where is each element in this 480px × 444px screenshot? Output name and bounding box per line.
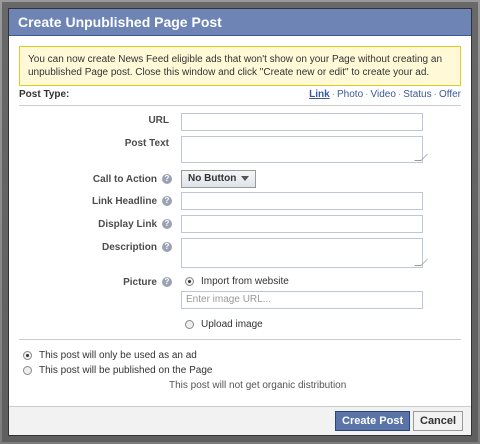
- tab-video[interactable]: Video: [371, 89, 396, 100]
- image-url-placeholder: Enter image URL...: [186, 294, 272, 305]
- ad-only-radio[interactable]: [23, 351, 32, 360]
- link-headline-label: Link Headline: [91, 196, 157, 207]
- resize-grip-icon[interactable]: [414, 259, 428, 266]
- tab-offer[interactable]: Offer: [439, 89, 461, 100]
- post-type-tabs: Link · Photo · Video · Status · Offer: [309, 89, 461, 100]
- url-input[interactable]: [181, 113, 423, 131]
- divider: [19, 339, 461, 340]
- tab-photo[interactable]: Photo: [337, 89, 363, 100]
- description-label: Description: [101, 242, 157, 253]
- display-link-label: Display Link: [98, 219, 157, 230]
- published-label: This post will be published on the Page: [39, 365, 213, 376]
- upload-radio[interactable]: [185, 320, 194, 329]
- description-area[interactable]: [181, 238, 428, 268]
- import-radio[interactable]: [185, 277, 194, 286]
- ad-only-label: This post will only be used as an ad: [39, 350, 197, 361]
- import-option-label: Import from website: [201, 276, 289, 287]
- post-text-area[interactable]: [181, 136, 428, 163]
- published-radio[interactable]: [23, 366, 32, 375]
- separator: ·: [365, 89, 369, 100]
- separator: ·: [331, 89, 336, 100]
- dialog-footer: Create Post Cancel: [9, 406, 471, 435]
- cta-label: Call to Action: [92, 174, 157, 185]
- help-icon[interactable]: ?: [162, 242, 172, 252]
- cta-dropdown[interactable]: No Button: [181, 170, 257, 188]
- post-type-row: Post Type: Link · Photo · Video · Status · Offer: [19, 89, 461, 106]
- info-notice: You can now create News Feed eligible ad…: [19, 46, 461, 86]
- chevron-down-icon: [241, 175, 250, 181]
- link-headline-input[interactable]: [181, 192, 423, 210]
- resize-grip-icon[interactable]: [414, 154, 428, 161]
- help-icon[interactable]: ?: [162, 174, 172, 184]
- separator: ·: [433, 89, 437, 100]
- url-label: URL: [148, 115, 169, 126]
- cta-value: No Button: [188, 173, 237, 184]
- distribution-note: This post will not get organic distribut…: [169, 380, 347, 391]
- post-type-label: Post Type:: [19, 89, 70, 100]
- help-icon[interactable]: ?: [162, 196, 172, 206]
- upload-option-label: Upload image: [201, 319, 263, 330]
- cancel-button[interactable]: Cancel: [413, 411, 464, 431]
- help-icon[interactable]: ?: [162, 277, 172, 287]
- image-url-input[interactable]: Enter image URL...: [181, 291, 423, 309]
- create-post-dialog: Create Unpublished Page Post You can now…: [8, 8, 472, 436]
- tab-link[interactable]: Link: [309, 89, 330, 100]
- help-icon[interactable]: ?: [162, 219, 172, 229]
- post-text-label: Post Text: [124, 138, 169, 149]
- dialog-title: Create Unpublished Page Post: [9, 9, 471, 36]
- create-post-button[interactable]: Create Post: [335, 411, 411, 431]
- tab-status[interactable]: Status: [403, 89, 431, 100]
- display-link-input[interactable]: [181, 215, 423, 233]
- picture-label: Picture: [123, 277, 157, 288]
